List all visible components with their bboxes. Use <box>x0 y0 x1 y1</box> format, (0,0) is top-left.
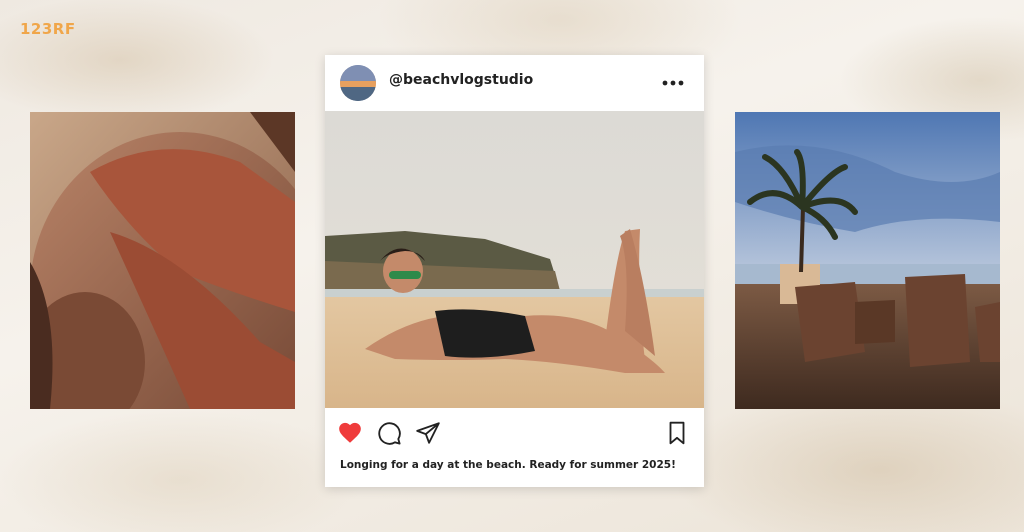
heart-icon[interactable] <box>337 420 363 446</box>
avatar[interactable] <box>340 65 376 101</box>
post-image[interactable] <box>325 111 704 408</box>
post-caption: Longing for a day at the beach. Ready fo… <box>340 459 676 471</box>
post-username[interactable]: @beachvlogstudio <box>389 72 533 88</box>
left-photo <box>30 112 295 409</box>
comment-icon[interactable] <box>376 420 402 446</box>
post-card: @beachvlogstudio Longing for a day at th… <box>325 55 704 487</box>
send-icon[interactable] <box>415 420 441 446</box>
watermark-logo: 123RF <box>20 20 76 38</box>
right-photo <box>735 112 1000 409</box>
post-header: @beachvlogstudio <box>325 55 704 111</box>
bookmark-icon[interactable] <box>664 420 690 446</box>
more-horizontal-icon[interactable] <box>661 73 685 93</box>
post-actions <box>325 408 704 456</box>
